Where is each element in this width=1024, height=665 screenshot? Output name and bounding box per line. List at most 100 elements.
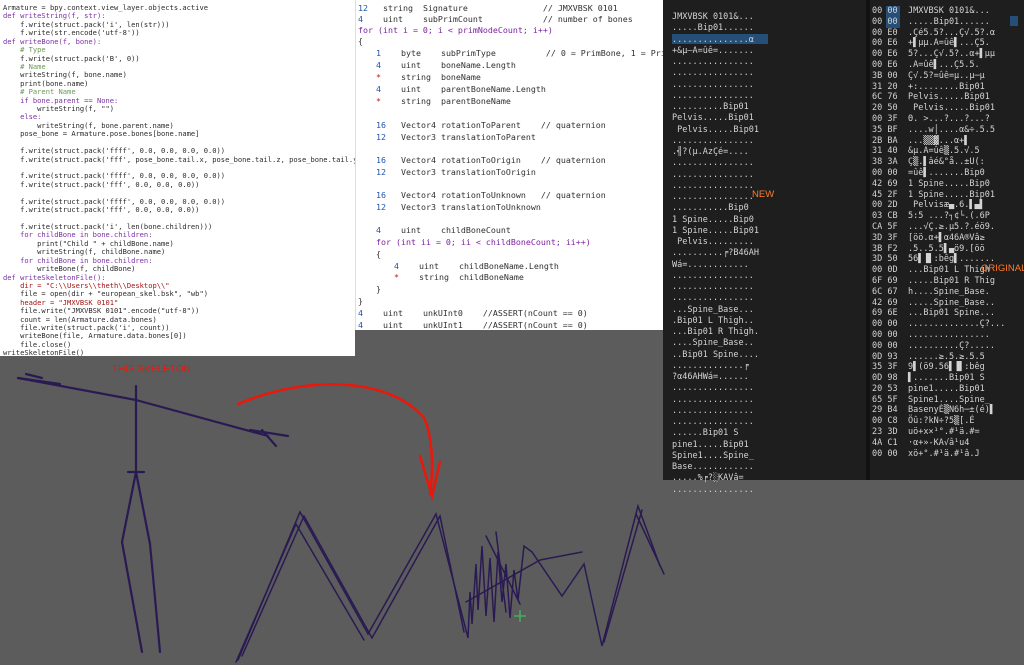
template-line: 4 uint unkUInt1 //ASSERT(nCount == 0) [358, 320, 588, 330]
code-line: f.write(struct.pack('fff', pose_bone.tai… [3, 154, 355, 164]
python-script-text[interactable]: Armature = bpy.context.view_layer.object… [0, 0, 355, 356]
3d-viewport[interactable]: THIS SKELETON [0, 356, 1024, 665]
hex-row: ...Spine_Base... [672, 304, 754, 315]
field-declaration: } [358, 296, 363, 306]
template-line: 4 uint parentBoneName.Length [376, 84, 546, 95]
hex-row: [öö.α+▌α46A®Vâ≥ [908, 232, 985, 243]
template-line: * string childBoneName [394, 272, 524, 283]
field-declaration: Vector3 translationToUnknown [400, 202, 541, 212]
hex-row: ................ [672, 158, 754, 169]
hex-row: ................ [672, 135, 754, 146]
field-declaration: Vector4 rotationToUnknown // quaternion [400, 190, 606, 200]
python-script-editor[interactable]: Armature = bpy.context.view_layer.object… [0, 0, 355, 356]
hex-row: Pelvis.....Bip01 [908, 103, 995, 114]
hex-row: .....Spine_Base.. [908, 297, 995, 308]
viewport-canvas[interactable]: THIS SKELETON [0, 356, 1024, 665]
field-declaration: uint childBoneCount [400, 225, 511, 235]
template-line: 12 Vector3 translationToUnknown [376, 202, 541, 213]
hex-row: Wá=............ [672, 259, 749, 270]
hex-row: 3D 3F [872, 232, 898, 243]
hex-row: ...............α [672, 34, 754, 45]
hex-row: .Çé5.5?...Ç√.5?.α [908, 27, 995, 38]
new-file-label: NEW [752, 189, 775, 200]
hex-row: Pelvis.....Bip01 [908, 92, 990, 103]
template-line: 12 Vector3 translationToParent [376, 132, 536, 143]
hex-row: JMXVBSK 0101&... [908, 6, 990, 16]
template-line: 4 uint boneName.Length [376, 60, 516, 71]
hex-row: +&µ–A=ûê=....... [672, 45, 754, 56]
template-line: * string parentBoneName [376, 96, 511, 107]
field-declaration: string childBoneName [418, 272, 524, 282]
hex-row: 2B BA [872, 135, 898, 146]
hex-row: 00 00 [872, 167, 898, 178]
hex-row: ....w│....α&÷.5.5 [908, 124, 995, 135]
loop-statement: for (int i = 0; i < primNodeCount; i++) [358, 25, 553, 35]
field-size: 12 [376, 167, 401, 177]
code-line: f.write(struct.pack('fff', 0.0, 0.0, 0.0… [3, 205, 200, 215]
hex-row: ..........╒?B46AH [672, 248, 759, 259]
hex-row: ..........Ç?..... [908, 340, 995, 351]
hex-row: 42 69 [872, 297, 898, 308]
hex-row: 3B 00 [872, 70, 898, 81]
field-size: 16 [376, 120, 401, 130]
hex-row: ................ [672, 79, 754, 90]
template-line: 12 Vector3 translationToOrigin [376, 167, 536, 178]
field-size: 1 [376, 48, 401, 58]
field-declaration: string parentBoneName [400, 96, 511, 106]
hex-row: Θ. >...?...?...? [908, 113, 990, 124]
template-line: 4 uint unkUInt0 //ASSERT(nCount == 0) [358, 308, 588, 319]
field-size: 12 [376, 202, 401, 212]
field-declaration: Vector3 translationToParent [400, 132, 536, 142]
hex-row: Pelvis.....Bip01 [672, 113, 754, 124]
reference-skeleton [16, 372, 290, 654]
field-size: 4 [358, 320, 383, 330]
bsk-format-template: 12 string Signature // JMXVBSK 0101 4 uin… [355, 0, 663, 330]
template-line: 1 byte subPrimType // 0 = PrimBone, 1 = … [376, 48, 663, 59]
hex-row: ...........Bip0 [672, 203, 749, 214]
hex-row: ..............Ç?... [908, 319, 1006, 330]
field-size: 4 [358, 308, 383, 318]
field-size: 4 [376, 225, 401, 235]
hex-row: ................ [672, 169, 754, 180]
field-declaration: uint boneName.Length [400, 60, 516, 70]
hex-row: 1 Spine.....Bip0 [672, 214, 754, 225]
hex-row: ................ [672, 90, 754, 101]
hex-row: .....Bip01...... [908, 16, 990, 27]
field-declaration: uint unkUInt0 //ASSERT(nCount == 0) [382, 308, 588, 318]
field-declaration: string Signature // JMXVBSK 0101 [382, 3, 618, 13]
hex-row: CA 5F [872, 221, 898, 232]
hex-row: 5?...Ç√.5?..α+▌µμ [908, 49, 995, 60]
hex-row: .....Bip01...... [672, 23, 754, 34]
template-line: { [376, 249, 381, 260]
hex-row: JMXVBSK 0101&... [672, 12, 754, 22]
field-size: 16 [376, 190, 401, 200]
hex-row: 3B F2 [872, 243, 898, 254]
code-line: f.write(struct.pack('fff', 0.0, 0.0, 0.0… [3, 179, 200, 189]
broken-skeleton [235, 503, 665, 663]
hex-row: ................ [672, 68, 754, 79]
field-size: 12 [358, 3, 383, 13]
code-line: pose_bone = Armature.pose.bones[bone.nam… [3, 129, 200, 139]
hex-row: 00 E6 [872, 49, 898, 60]
field-declaration: Vector3 translationToOrigin [400, 167, 536, 177]
hex-row: Pelvisæ▄.6.▌▄▌ [908, 200, 985, 211]
hex-row: 6C 67 [872, 286, 898, 297]
hex-row: 35 BF [872, 124, 898, 135]
hex-row: ....Spine_Base.. [672, 338, 754, 349]
hex-row: 69 6E [872, 308, 898, 319]
field-declaration: uint subPrimCount // number of bones [382, 14, 633, 24]
field-declaration: uint childBoneName.Length [418, 261, 559, 271]
hex-row: .A=ûê▌...Ç5.5. [908, 59, 980, 70]
hex-row: 5:5 ...?┐¢└.(.6P [908, 211, 990, 222]
hex-row: 20 50 [872, 103, 898, 114]
hex-row: 00 0D [872, 265, 898, 276]
hex-row: 00 00 [872, 16, 898, 27]
hex-row: .Bip01 L Thigh.. [672, 315, 754, 326]
hex-row: 1 Spine.....Bip0 [908, 178, 990, 189]
original-file-label: ORIGINAL [981, 263, 1024, 274]
field-declaration: { [358, 36, 363, 46]
hex-row: .╣?(µ.AzÇé=.... [672, 147, 749, 157]
comparison-arrow [236, 383, 442, 502]
hex-row: 00 2D [872, 200, 898, 211]
hex-row: 00 E6 [872, 59, 898, 70]
